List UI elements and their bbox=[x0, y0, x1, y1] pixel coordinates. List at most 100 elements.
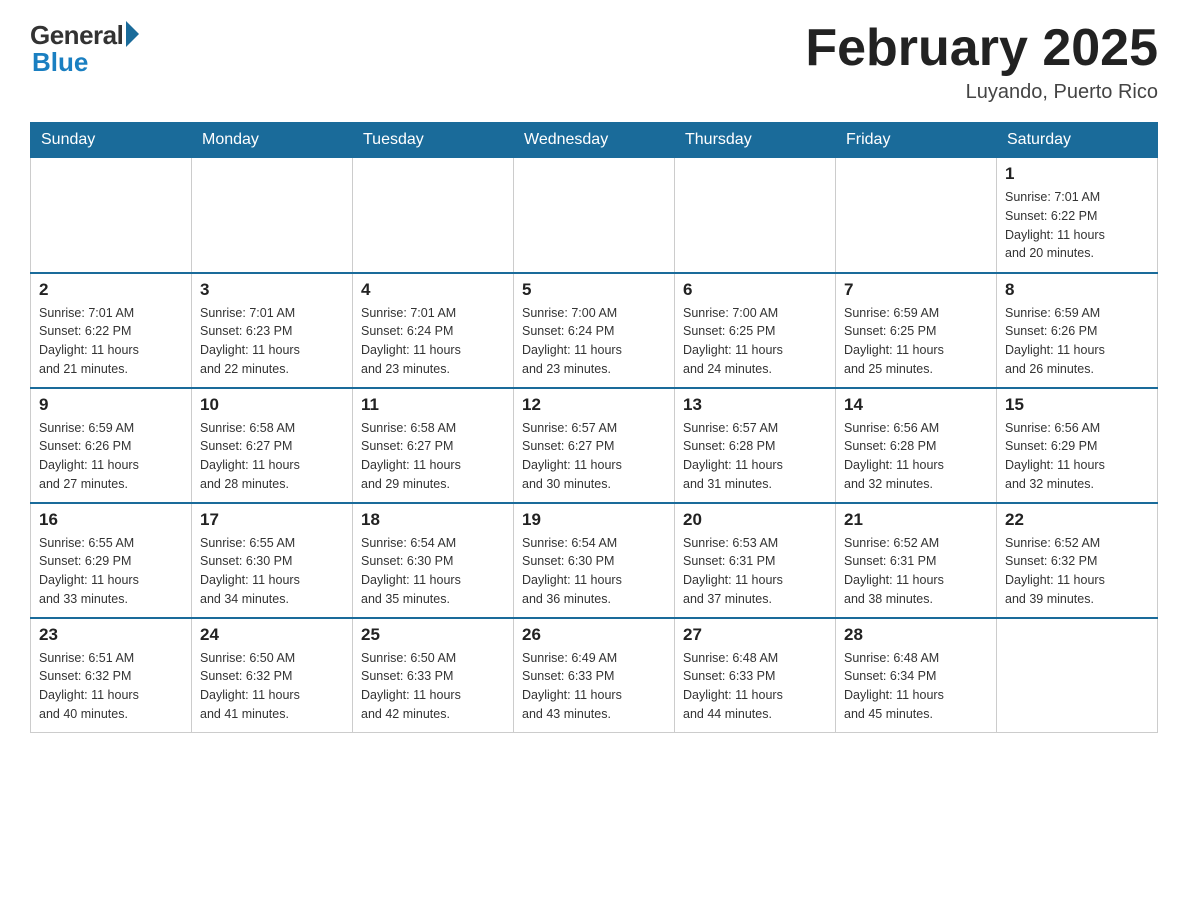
day-info: Sunrise: 6:48 AMSunset: 6:34 PMDaylight:… bbox=[844, 649, 988, 724]
week-row-2: 2 Sunrise: 7:01 AMSunset: 6:22 PMDaylight… bbox=[31, 273, 1158, 388]
day-number: 15 bbox=[1005, 395, 1149, 415]
day-header-saturday: Saturday bbox=[997, 123, 1158, 158]
day-number: 28 bbox=[844, 625, 988, 645]
logo: General Blue bbox=[30, 20, 139, 78]
day-info: Sunrise: 6:54 AMSunset: 6:30 PMDaylight:… bbox=[361, 534, 505, 609]
day-cell: 14Sunrise: 6:56 AMSunset: 6:28 PMDayligh… bbox=[836, 388, 997, 503]
location-text: Luyando, Puerto Rico bbox=[805, 81, 1158, 104]
day-header-friday: Friday bbox=[836, 123, 997, 158]
day-cell: 2 Sunrise: 7:01 AMSunset: 6:22 PMDaylight… bbox=[31, 273, 192, 388]
day-cell: 16 Sunrise: 6:55 AMSunset: 6:29 PMDayligh… bbox=[31, 503, 192, 618]
day-info: Sunrise: 6:55 AMSunset: 6:29 PMDaylight:… bbox=[39, 534, 183, 609]
day-info: Sunrise: 6:57 AMSunset: 6:27 PMDaylight:… bbox=[522, 419, 666, 494]
day-info: Sunrise: 7:01 AMSunset: 6:22 PMDaylight:… bbox=[1005, 188, 1149, 263]
day-number: 4 bbox=[361, 280, 505, 300]
day-number: 18 bbox=[361, 510, 505, 530]
day-cell: 19 Sunrise: 6:54 AMSunset: 6:30 PMDayligh… bbox=[514, 503, 675, 618]
logo-arrow-icon bbox=[126, 21, 139, 47]
day-number: 10 bbox=[200, 395, 344, 415]
day-info: Sunrise: 7:00 AMSunset: 6:25 PMDaylight:… bbox=[683, 304, 827, 379]
day-info: Sunrise: 7:01 AMSunset: 6:22 PMDaylight:… bbox=[39, 304, 183, 379]
day-info: Sunrise: 6:59 AMSunset: 6:26 PMDaylight:… bbox=[39, 419, 183, 494]
day-info: Sunrise: 6:51 AMSunset: 6:32 PMDaylight:… bbox=[39, 649, 183, 724]
day-header-thursday: Thursday bbox=[675, 123, 836, 158]
day-cell: 3 Sunrise: 7:01 AMSunset: 6:23 PMDaylight… bbox=[192, 273, 353, 388]
logo-blue-text: Blue bbox=[32, 47, 88, 78]
page-header: General Blue February 2025 Luyando, Puer… bbox=[30, 20, 1158, 104]
day-number: 23 bbox=[39, 625, 183, 645]
day-cell: 9 Sunrise: 6:59 AMSunset: 6:26 PMDaylight… bbox=[31, 388, 192, 503]
day-number: 16 bbox=[39, 510, 183, 530]
week-row-5: 23 Sunrise: 6:51 AMSunset: 6:32 PMDayligh… bbox=[31, 618, 1158, 733]
day-info: Sunrise: 7:01 AMSunset: 6:23 PMDaylight:… bbox=[200, 304, 344, 379]
day-number: 12 bbox=[522, 395, 666, 415]
day-info: Sunrise: 6:55 AMSunset: 6:30 PMDaylight:… bbox=[200, 534, 344, 609]
day-info: Sunrise: 6:50 AMSunset: 6:32 PMDaylight:… bbox=[200, 649, 344, 724]
day-number: 19 bbox=[522, 510, 666, 530]
day-cell bbox=[192, 158, 353, 273]
day-number: 22 bbox=[1005, 510, 1149, 530]
day-info: Sunrise: 7:00 AMSunset: 6:24 PMDaylight:… bbox=[522, 304, 666, 379]
day-number: 24 bbox=[200, 625, 344, 645]
day-cell: 6 Sunrise: 7:00 AMSunset: 6:25 PMDaylight… bbox=[675, 273, 836, 388]
day-header-sunday: Sunday bbox=[31, 123, 192, 158]
day-info: Sunrise: 7:01 AMSunset: 6:24 PMDaylight:… bbox=[361, 304, 505, 379]
day-number: 7 bbox=[844, 280, 988, 300]
day-header-tuesday: Tuesday bbox=[353, 123, 514, 158]
month-title: February 2025 bbox=[805, 20, 1158, 77]
day-cell bbox=[836, 158, 997, 273]
day-cell: 25 Sunrise: 6:50 AMSunset: 6:33 PMDayligh… bbox=[353, 618, 514, 733]
title-area: February 2025 Luyando, Puerto Rico bbox=[805, 20, 1158, 104]
day-info: Sunrise: 6:49 AMSunset: 6:33 PMDaylight:… bbox=[522, 649, 666, 724]
day-info: Sunrise: 6:52 AMSunset: 6:32 PMDaylight:… bbox=[1005, 534, 1149, 609]
day-number: 20 bbox=[683, 510, 827, 530]
day-number: 8 bbox=[1005, 280, 1149, 300]
day-number: 9 bbox=[39, 395, 183, 415]
day-cell bbox=[997, 618, 1158, 733]
day-cell: 21 Sunrise: 6:52 AMSunset: 6:31 PMDayligh… bbox=[836, 503, 997, 618]
week-row-3: 9 Sunrise: 6:59 AMSunset: 6:26 PMDaylight… bbox=[31, 388, 1158, 503]
day-header-wednesday: Wednesday bbox=[514, 123, 675, 158]
day-cell bbox=[675, 158, 836, 273]
day-cell: 12 Sunrise: 6:57 AMSunset: 6:27 PMDayligh… bbox=[514, 388, 675, 503]
day-cell: 23 Sunrise: 6:51 AMSunset: 6:32 PMDayligh… bbox=[31, 618, 192, 733]
day-cell: 1 Sunrise: 7:01 AMSunset: 6:22 PMDaylight… bbox=[997, 158, 1158, 273]
day-cell: 27Sunrise: 6:48 AMSunset: 6:33 PMDayligh… bbox=[675, 618, 836, 733]
day-info: Sunrise: 6:53 AMSunset: 6:31 PMDaylight:… bbox=[683, 534, 827, 609]
day-info: Sunrise: 6:59 AMSunset: 6:26 PMDaylight:… bbox=[1005, 304, 1149, 379]
day-number: 11 bbox=[361, 395, 505, 415]
day-cell: 10 Sunrise: 6:58 AMSunset: 6:27 PMDayligh… bbox=[192, 388, 353, 503]
day-info: Sunrise: 6:56 AMSunset: 6:28 PMDaylight:… bbox=[844, 419, 988, 494]
day-number: 1 bbox=[1005, 164, 1149, 184]
day-cell: 8 Sunrise: 6:59 AMSunset: 6:26 PMDaylight… bbox=[997, 273, 1158, 388]
day-number: 3 bbox=[200, 280, 344, 300]
day-info: Sunrise: 6:56 AMSunset: 6:29 PMDaylight:… bbox=[1005, 419, 1149, 494]
day-info: Sunrise: 6:50 AMSunset: 6:33 PMDaylight:… bbox=[361, 649, 505, 724]
day-number: 2 bbox=[39, 280, 183, 300]
day-cell: 17Sunrise: 6:55 AMSunset: 6:30 PMDayligh… bbox=[192, 503, 353, 618]
day-cell: 11 Sunrise: 6:58 AMSunset: 6:27 PMDayligh… bbox=[353, 388, 514, 503]
day-cell: 28 Sunrise: 6:48 AMSunset: 6:34 PMDayligh… bbox=[836, 618, 997, 733]
day-info: Sunrise: 6:57 AMSunset: 6:28 PMDaylight:… bbox=[683, 419, 827, 494]
day-cell: 26 Sunrise: 6:49 AMSunset: 6:33 PMDayligh… bbox=[514, 618, 675, 733]
day-number: 26 bbox=[522, 625, 666, 645]
day-info: Sunrise: 6:52 AMSunset: 6:31 PMDaylight:… bbox=[844, 534, 988, 609]
day-cell: 20 Sunrise: 6:53 AMSunset: 6:31 PMDayligh… bbox=[675, 503, 836, 618]
week-row-1: 1 Sunrise: 7:01 AMSunset: 6:22 PMDaylight… bbox=[31, 158, 1158, 273]
day-number: 27 bbox=[683, 625, 827, 645]
day-number: 5 bbox=[522, 280, 666, 300]
day-info: Sunrise: 6:58 AMSunset: 6:27 PMDaylight:… bbox=[200, 419, 344, 494]
day-cell bbox=[514, 158, 675, 273]
week-row-4: 16 Sunrise: 6:55 AMSunset: 6:29 PMDayligh… bbox=[31, 503, 1158, 618]
day-cell: 5 Sunrise: 7:00 AMSunset: 6:24 PMDaylight… bbox=[514, 273, 675, 388]
calendar-table: SundayMondayTuesdayWednesdayThursdayFrid… bbox=[30, 122, 1158, 733]
day-info: Sunrise: 6:58 AMSunset: 6:27 PMDaylight:… bbox=[361, 419, 505, 494]
day-number: 6 bbox=[683, 280, 827, 300]
day-cell: 24 Sunrise: 6:50 AMSunset: 6:32 PMDayligh… bbox=[192, 618, 353, 733]
day-info: Sunrise: 6:54 AMSunset: 6:30 PMDaylight:… bbox=[522, 534, 666, 609]
day-cell: 7Sunrise: 6:59 AMSunset: 6:25 PMDaylight… bbox=[836, 273, 997, 388]
day-cell: 15 Sunrise: 6:56 AMSunset: 6:29 PMDayligh… bbox=[997, 388, 1158, 503]
day-number: 25 bbox=[361, 625, 505, 645]
day-cell: 18 Sunrise: 6:54 AMSunset: 6:30 PMDayligh… bbox=[353, 503, 514, 618]
day-number: 21 bbox=[844, 510, 988, 530]
